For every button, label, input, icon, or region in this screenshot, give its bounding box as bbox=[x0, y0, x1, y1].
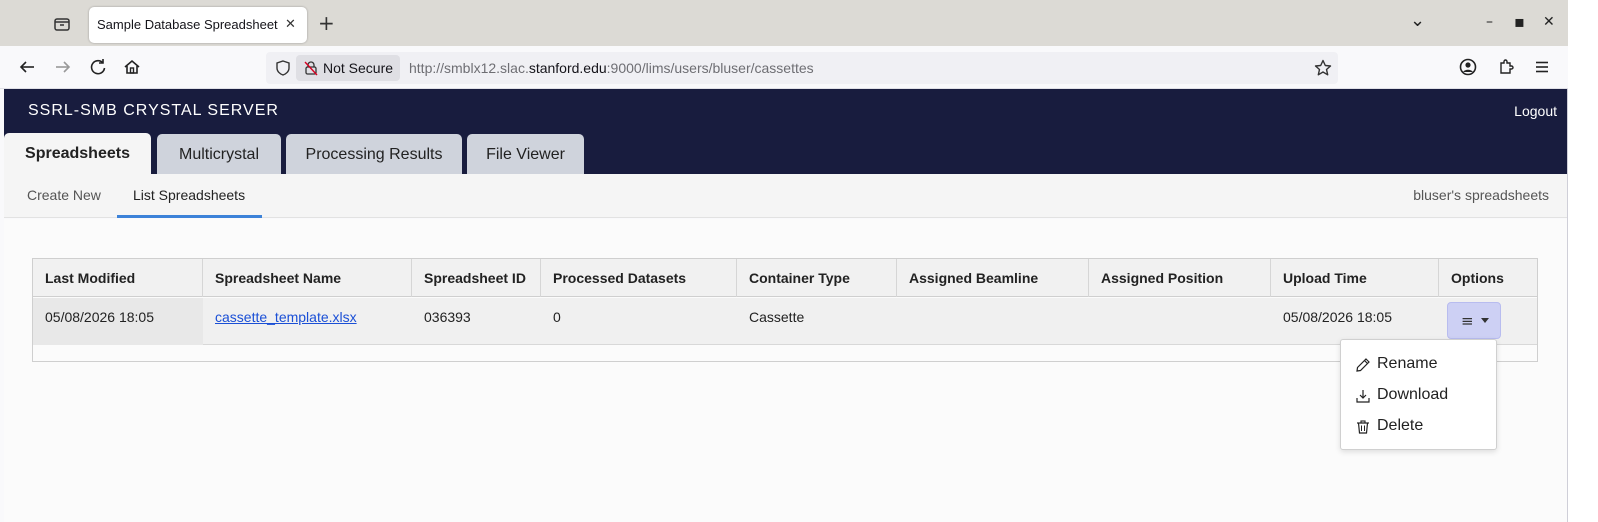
cell-upload-time: 05/08/2026 18:05 bbox=[1283, 309, 1392, 325]
shield-icon[interactable] bbox=[274, 59, 292, 77]
extensions-icon[interactable] bbox=[1496, 57, 1516, 77]
app-header: SSRL-SMB CRYSTAL SERVER Logout Spreadshe… bbox=[4, 89, 1567, 174]
home-icon[interactable] bbox=[122, 57, 142, 77]
list-icon: ≡ bbox=[1461, 312, 1474, 330]
col-options: Options bbox=[1451, 270, 1504, 286]
col-upload-time[interactable]: Upload Time bbox=[1271, 259, 1439, 297]
page-edge bbox=[1568, 0, 1598, 522]
tab-processing-results[interactable]: Processing Results bbox=[286, 134, 462, 174]
account-icon[interactable] bbox=[1458, 57, 1478, 77]
cell-processed-datasets: 0 bbox=[553, 309, 561, 325]
spreadsheet-table: Last Modified Spreadsheet Name Spreadshe… bbox=[32, 258, 1538, 362]
close-window-button[interactable]: ✕ bbox=[1543, 14, 1555, 30]
cell-last-modified: 05/08/2026 18:05 bbox=[33, 298, 203, 345]
menu-item-download-label: Download bbox=[1377, 386, 1449, 403]
col-last-modified[interactable]: Last Modified bbox=[33, 259, 203, 297]
browser-tab[interactable]: Sample Database Spreadsheet ✕ bbox=[89, 7, 307, 43]
logout-link[interactable]: Logout bbox=[1514, 103, 1557, 119]
bookmark-star-icon[interactable] bbox=[1313, 58, 1333, 78]
forward-arrow-icon[interactable] bbox=[52, 57, 72, 77]
browser-tab-bar: Sample Database Spreadsheet ✕ + ⌄ – ▪ ✕ bbox=[0, 0, 1568, 46]
col-spreadsheet-name[interactable]: Spreadsheet Name bbox=[203, 259, 412, 297]
app-title: SSRL-SMB CRYSTAL SERVER bbox=[28, 102, 279, 119]
cell-container-type: Cassette bbox=[749, 309, 805, 325]
minimize-button[interactable]: – bbox=[1486, 14, 1493, 30]
col-container-type[interactable]: Container Type bbox=[737, 259, 897, 297]
sub-navigation: Create New List Spreadsheets bluser's sp… bbox=[4, 174, 1567, 218]
tab-spreadsheets[interactable]: Spreadsheets bbox=[4, 133, 151, 174]
cell-spreadsheet-name: cassette_template.xlsx bbox=[203, 298, 412, 345]
cell-spreadsheet-id: 036393 bbox=[424, 309, 471, 325]
url-host: stanford.edu bbox=[528, 60, 607, 76]
main-content: Last Modified Spreadsheet Name Spreadshe… bbox=[4, 219, 1567, 522]
active-subnav-indicator bbox=[117, 215, 262, 218]
not-secure-badge[interactable]: Not Secure bbox=[296, 55, 400, 81]
col-spreadsheet-id[interactable]: Spreadsheet ID bbox=[412, 259, 541, 297]
cell-assigned-position bbox=[1089, 298, 1271, 345]
owner-label: bluser's spreadsheets bbox=[1413, 187, 1549, 203]
col-assigned-beamline[interactable]: Assigned Beamline bbox=[897, 259, 1089, 297]
url-prefix: http://smblx12.slac. bbox=[409, 60, 529, 76]
tab-file-viewer[interactable]: File Viewer bbox=[467, 134, 584, 174]
col-assigned-position[interactable]: Assigned Position bbox=[1089, 259, 1271, 297]
pencil-icon bbox=[1356, 358, 1370, 372]
spreadsheet-name-link[interactable]: cassette_template.xlsx bbox=[215, 309, 357, 325]
menu-hamburger-icon[interactable] bbox=[1532, 57, 1552, 77]
col-processed-datasets[interactable]: Processed Datasets bbox=[541, 259, 737, 297]
table-row: 05/08/2026 18:05 cassette_template.xlsx … bbox=[33, 298, 1537, 345]
back-arrow-icon[interactable] bbox=[18, 57, 38, 77]
tab-multicrystal[interactable]: Multicrystal bbox=[157, 134, 281, 174]
url-suffix: :9000/lims/users/bluser/cassettes bbox=[606, 60, 814, 76]
caret-down-icon bbox=[1481, 318, 1489, 323]
table-header: Last Modified Spreadsheet Name Spreadshe… bbox=[33, 259, 1537, 297]
tab-list-icon[interactable] bbox=[52, 14, 72, 34]
download-icon bbox=[1356, 390, 1370, 403]
trash-icon bbox=[1357, 420, 1369, 434]
browser-nav-bar: Not Secure http://smblx12.slac.stanford.… bbox=[0, 46, 1568, 89]
options-menu: Rename Download Delete bbox=[1340, 339, 1497, 450]
maximize-button[interactable]: ▪ bbox=[1514, 12, 1525, 31]
browser-window: Sample Database Spreadsheet ✕ + ⌄ – ▪ ✕ bbox=[0, 0, 1568, 522]
menu-item-delete-label: Delete bbox=[1377, 417, 1424, 434]
list-all-tabs-icon[interactable]: ⌄ bbox=[1410, 10, 1425, 31]
reload-icon[interactable] bbox=[88, 57, 108, 77]
subnav-create-new[interactable]: Create New bbox=[27, 187, 101, 203]
close-tab-icon[interactable]: ✕ bbox=[285, 17, 296, 32]
browser-tab-title: Sample Database Spreadsheet bbox=[97, 17, 278, 32]
not-secure-label: Not Secure bbox=[323, 60, 394, 76]
cell-assigned-beamline bbox=[897, 298, 1089, 345]
broken-lock-icon bbox=[304, 61, 318, 76]
menu-item-rename-label: Rename bbox=[1377, 355, 1438, 372]
subnav-list-spreadsheets[interactable]: List Spreadsheets bbox=[133, 187, 245, 203]
options-dropdown-button[interactable]: ≡ bbox=[1447, 302, 1501, 339]
url-bar[interactable]: Not Secure http://smblx12.slac.stanford.… bbox=[266, 52, 1338, 84]
url-text[interactable]: http://smblx12.slac.stanford.edu:9000/li… bbox=[409, 60, 814, 76]
new-tab-button[interactable]: + bbox=[318, 13, 335, 33]
